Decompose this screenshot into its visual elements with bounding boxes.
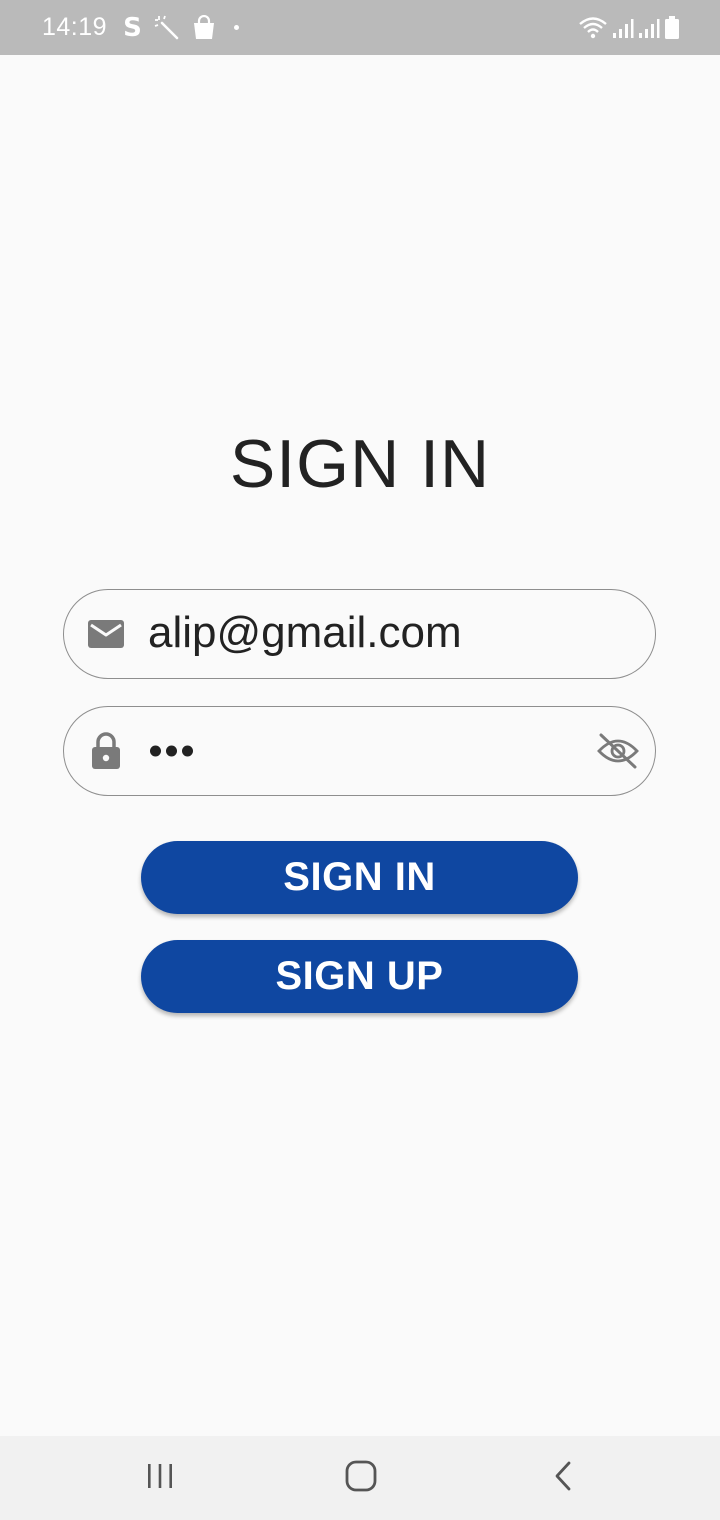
email-input[interactable]: alip@gmail.com: [148, 608, 462, 658]
sign-in-button[interactable]: SIGN IN: [141, 841, 578, 914]
password-input[interactable]: [150, 745, 193, 757]
back-button[interactable]: [503, 1436, 623, 1520]
status-time: 14:19: [42, 13, 108, 41]
status-notification-icons: S: [123, 13, 239, 43]
home-icon: [345, 1460, 377, 1497]
email-icon: [86, 614, 126, 654]
eye-off-icon[interactable]: [595, 728, 641, 774]
password-field[interactable]: [63, 706, 656, 796]
recents-button[interactable]: [100, 1436, 220, 1520]
wifi-icon: [578, 16, 608, 40]
password-mask-dot: [182, 745, 193, 757]
battery-icon: [664, 15, 680, 40]
signal-icon: [612, 17, 634, 39]
shopping-bag-icon: [192, 14, 216, 41]
magic-wand-icon: [154, 15, 180, 41]
navigation-bar: [0, 1436, 720, 1520]
sign-in-screen: 14:19 S SIGN IN alip@gmail.com SIGN IN S…: [0, 0, 720, 1520]
home-button[interactable]: [301, 1436, 421, 1520]
dot-icon: [228, 25, 239, 30]
password-mask-dot: [150, 745, 161, 757]
recents-icon: [145, 1463, 175, 1494]
page-title: SIGN IN: [229, 426, 491, 502]
sign-up-button[interactable]: SIGN UP: [141, 940, 578, 1013]
status-bar: 14:19 S: [0, 0, 720, 55]
s-icon: S: [123, 12, 142, 43]
signal-icon: [638, 17, 660, 39]
back-icon: [552, 1460, 574, 1497]
email-field[interactable]: alip@gmail.com: [63, 589, 656, 679]
password-mask-dot: [166, 745, 177, 757]
status-system-icons: [578, 15, 680, 40]
lock-icon: [86, 731, 126, 771]
